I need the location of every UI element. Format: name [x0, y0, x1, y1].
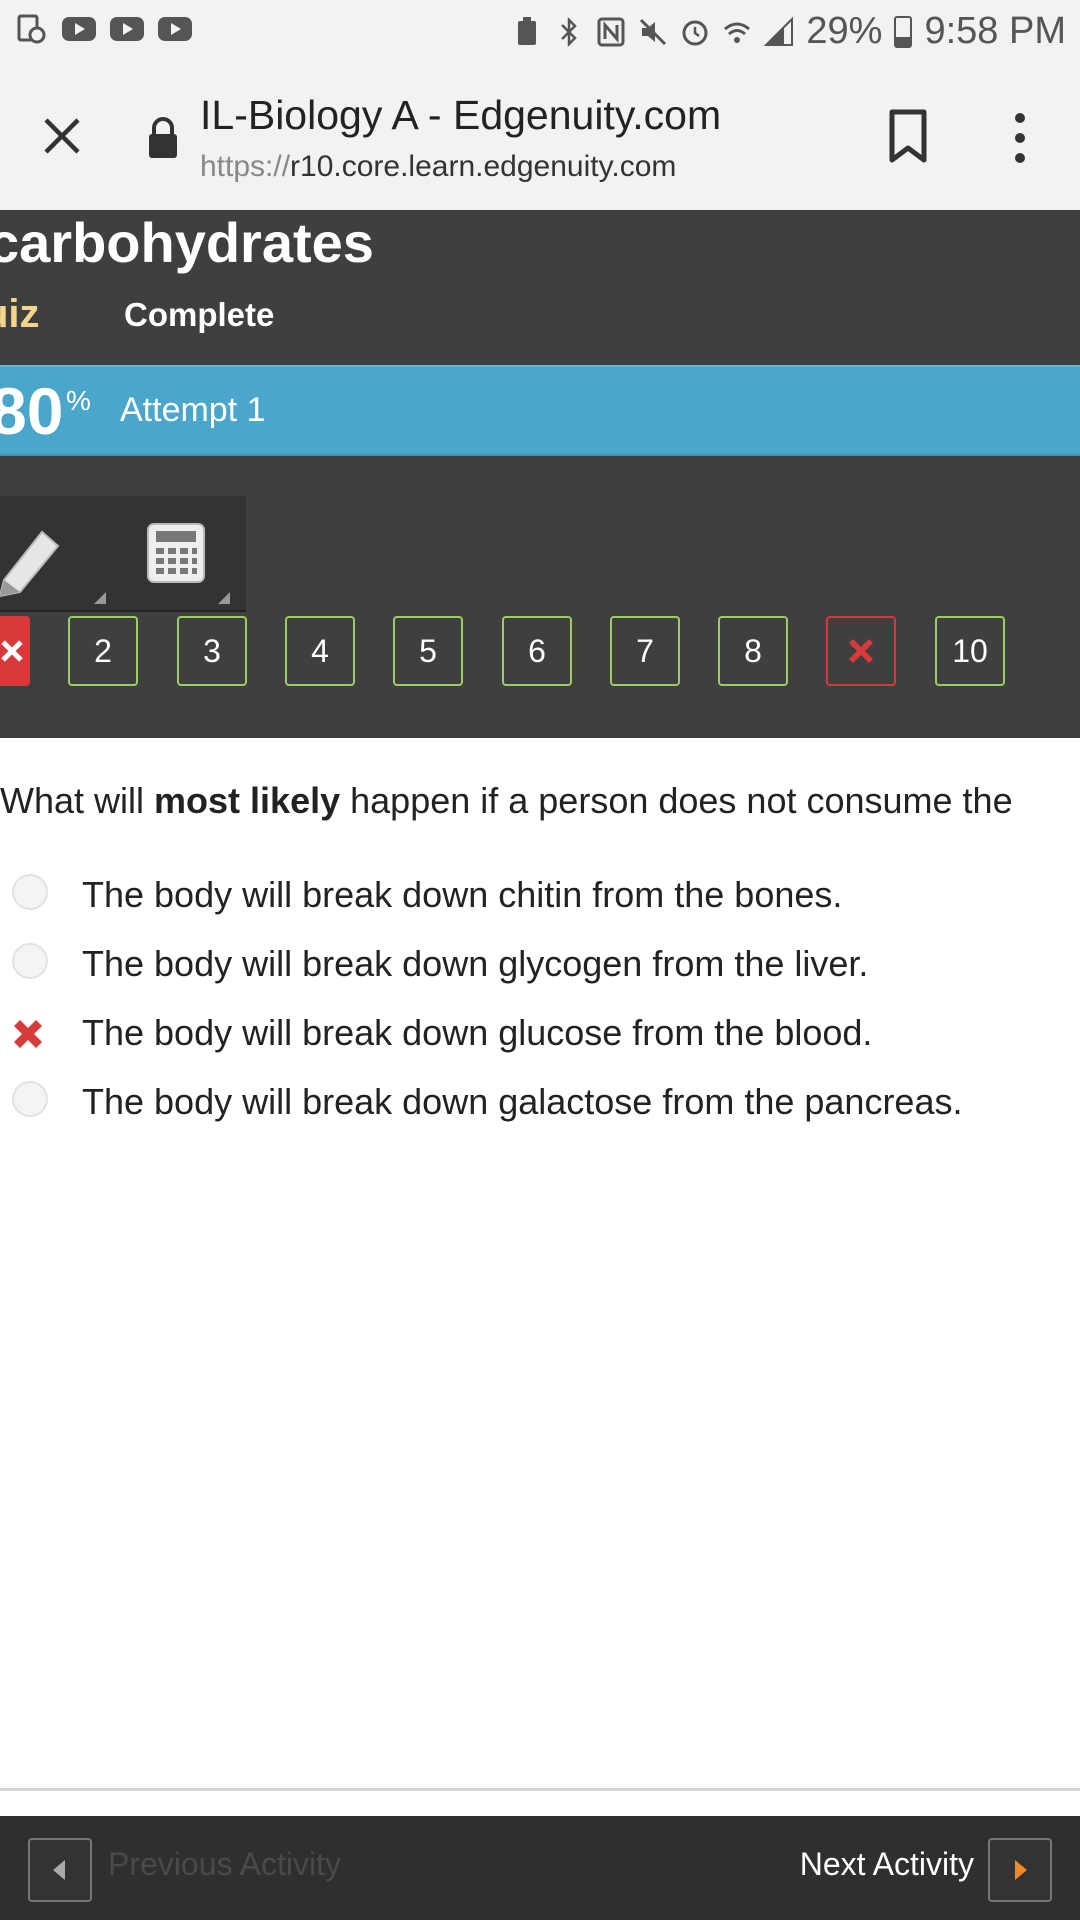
calculator-tool[interactable]: [124, 496, 234, 608]
answer-radio[interactable]: [12, 1081, 48, 1117]
answer-radio[interactable]: [12, 874, 48, 910]
system-indicators: 29% 9:58 PM: [512, 10, 1066, 53]
question-prefix: What will: [0, 780, 155, 821]
activity-type: uiz: [0, 292, 40, 336]
question-number-5[interactable]: 5: [393, 616, 463, 686]
wrong-answer-icon: [14, 1020, 42, 1048]
answer-option[interactable]: The body will break down glycogen from t…: [0, 937, 1080, 997]
activity-status: Complete: [124, 296, 275, 333]
score-bar: 80 % Attempt 1: [0, 365, 1080, 456]
next-activity-button[interactable]: [988, 1838, 1052, 1902]
bluetooth-icon: [554, 16, 584, 47]
question-number-label: 2: [94, 632, 112, 669]
score-unit: %: [66, 385, 91, 416]
question-number-label: 6: [528, 632, 546, 669]
browser-toolbar: IL-Biology A - Edgenuity.com https://r10…: [0, 62, 1080, 210]
question-number-4[interactable]: 4: [285, 616, 355, 686]
battery-level: [896, 37, 911, 46]
highlighter-tool[interactable]: [0, 496, 110, 608]
bookmark-icon: [889, 109, 927, 163]
question-number-label: 5: [419, 632, 437, 669]
tool-area: 2 3 4 5 6 7 8 10: [0, 456, 1080, 738]
battery-saver-icon: [512, 16, 542, 47]
signal-icon: [764, 16, 794, 47]
lock-icon: [146, 116, 180, 162]
url-host: r10.core.learn.edgenuity.com: [290, 150, 677, 183]
question-number-8[interactable]: 8: [718, 616, 788, 686]
wifi-icon: [722, 17, 752, 47]
question-emphasis: most likely: [154, 780, 341, 821]
calendar-notification-icon: [14, 14, 48, 44]
status-bar: 29% 9:58 PM: [0, 0, 1080, 62]
answer-text: The body will break down chitin from the…: [82, 874, 843, 915]
next-activity-label[interactable]: Next Activity: [800, 1846, 974, 1883]
wrong-x-icon: [1, 640, 23, 662]
answer-text: The body will break down glucose from th…: [82, 1012, 873, 1053]
nfc-icon: [596, 17, 626, 47]
close-tab-button[interactable]: [36, 110, 88, 162]
lesson-header: carbohydrates uiz Complete: [0, 210, 1080, 365]
battery-percent: 29%: [806, 10, 883, 52]
alarm-icon: [680, 17, 710, 47]
footer-divider: [0, 1788, 1080, 1791]
question-number-label: 7: [636, 632, 654, 669]
answer-option[interactable]: The body will break down galactose from …: [0, 1075, 1080, 1135]
youtube-notification-icon: [158, 17, 192, 41]
question-number-label: 10: [952, 632, 988, 669]
question-number-3[interactable]: 3: [177, 616, 247, 686]
mute-icon: [638, 17, 668, 47]
previous-activity-label[interactable]: Previous Activity: [108, 1846, 341, 1883]
answer-text: The body will break down galactose from …: [82, 1081, 963, 1122]
score-value: 80: [0, 374, 64, 448]
toolbox: [0, 496, 246, 612]
answer-option[interactable]: The body will break down glucose from th…: [0, 1006, 1080, 1066]
wrong-x-icon: [849, 639, 873, 663]
bookmark-button[interactable]: [884, 106, 932, 166]
previous-activity-button[interactable]: [28, 1838, 92, 1902]
question-number-label: 8: [744, 632, 762, 669]
question-number-7[interactable]: 7: [610, 616, 680, 686]
dropdown-corner: [218, 592, 230, 604]
question-number-label: 4: [311, 632, 329, 669]
answer-radio[interactable]: [12, 943, 48, 979]
question-number-10[interactable]: 10: [935, 616, 1005, 686]
answer-text: The body will break down glycogen from t…: [82, 943, 869, 984]
question-navigator: 2 3 4 5 6 7 8 10: [0, 616, 1080, 690]
arrow-right-icon: [1015, 1860, 1027, 1880]
youtube-notification-icon: [110, 17, 144, 41]
close-icon: [44, 118, 80, 154]
arrow-left-icon: [53, 1860, 65, 1880]
question-suffix: happen if a person does not consume the: [340, 780, 1013, 821]
answer-option[interactable]: The body will break down chitin from the…: [0, 868, 1080, 928]
activity-nav-bar: Previous Activity Next Activity: [0, 1816, 1080, 1920]
url-address[interactable]: https://r10.core.learn.edgenuity.com: [200, 150, 676, 184]
dropdown-corner: [94, 592, 106, 604]
question-number-2[interactable]: 2: [68, 616, 138, 686]
page-title[interactable]: IL-Biology A - Edgenuity.com: [200, 92, 721, 139]
lesson-title: carbohydrates: [0, 211, 374, 274]
question-number-9[interactable]: [826, 616, 896, 686]
battery-icon: [894, 15, 913, 48]
notification-icons: [14, 14, 192, 44]
question-number-label: 3: [203, 632, 221, 669]
clock: 9:58 PM: [924, 10, 1066, 52]
attempt-label: Attempt 1: [120, 391, 266, 429]
question-text: What will most likely happen if a person…: [0, 780, 1080, 822]
calculator-icon: [147, 523, 205, 583]
pencil-icon: [0, 530, 60, 598]
question-number-6[interactable]: 6: [502, 616, 572, 686]
question-number-1[interactable]: [0, 616, 30, 686]
url-scheme: https://: [200, 150, 291, 183]
youtube-notification-icon: [62, 17, 96, 41]
more-options-button[interactable]: [1000, 110, 1040, 166]
more-vert-icon: [1015, 113, 1025, 163]
